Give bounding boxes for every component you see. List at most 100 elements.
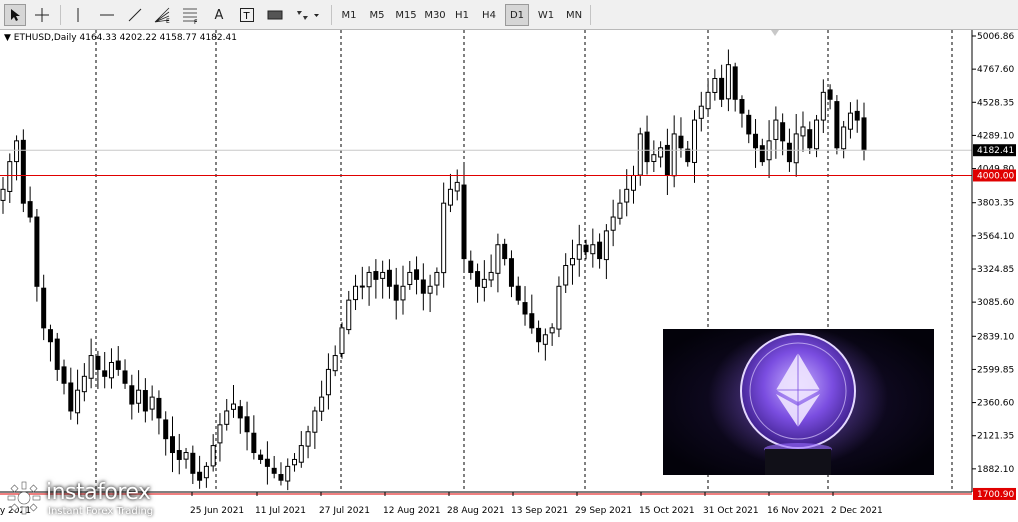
candle-bull [712, 78, 718, 93]
time-tick-label: 11 Jul 2021 [255, 506, 306, 516]
candle-bear [169, 436, 175, 454]
fibonacci-fan-label: E [166, 18, 170, 24]
candle-bear [359, 285, 365, 288]
price-tick-label: 2839.10 [977, 332, 1014, 342]
candle-bull [434, 271, 440, 286]
candle-bear [68, 382, 74, 412]
trendline-icon[interactable] [124, 4, 146, 26]
ethereum-coin-image [663, 327, 934, 475]
text-icon[interactable]: A [208, 4, 230, 26]
timeframe-m1[interactable]: M1 [336, 4, 362, 26]
candle-bull [325, 368, 331, 396]
candle-bear [190, 452, 196, 474]
candle-bull [298, 445, 304, 463]
price-tick-label: 3324.85 [977, 265, 1014, 275]
candle-bear [278, 474, 284, 481]
candle-bear [854, 110, 860, 121]
timeframe-m30[interactable]: M30 [421, 4, 449, 26]
candle-bull [698, 105, 704, 119]
vertical-line-icon[interactable] [67, 4, 89, 26]
horizontal-line-icon[interactable] [96, 4, 118, 26]
candle-bull [136, 389, 142, 404]
price-tick-label: 2121.35 [977, 432, 1014, 442]
candle-bull [617, 202, 623, 219]
candle-bull [339, 327, 345, 354]
price-tick-label: 2360.60 [977, 399, 1014, 409]
candle-bear [759, 145, 765, 163]
text-label-glyph: T [243, 11, 251, 22]
candle-bear [719, 77, 725, 100]
candle-bull [292, 458, 298, 466]
candle-bear [61, 366, 67, 384]
candle-bull [481, 278, 487, 288]
candle-bull [454, 181, 460, 192]
candle-bull [671, 133, 677, 177]
crosshair-icon[interactable] [31, 4, 53, 26]
candle-bear [746, 114, 752, 135]
watermark-brand: instaforex [46, 480, 151, 505]
candle-bear [386, 269, 392, 287]
cursor-icon[interactable] [4, 4, 26, 26]
candle-bear [34, 216, 40, 287]
chart-header: ▼ ETHUSD,Daily 4164.33 4202.22 4158.77 4… [4, 33, 237, 43]
candle-bull [549, 327, 555, 334]
candle-bear [786, 142, 792, 163]
candle-bear [827, 89, 833, 100]
candle-bull [495, 244, 501, 274]
candle-bear [373, 271, 379, 280]
candle-bear [522, 302, 528, 315]
candle-bull [210, 445, 216, 467]
candle-bear [176, 450, 182, 460]
candle-bull [800, 126, 806, 137]
price-tick-label: 3564.10 [977, 232, 1014, 242]
candle-bull [380, 271, 386, 279]
timeframe-m5[interactable]: M5 [364, 4, 390, 26]
candle-bear [529, 313, 535, 329]
fibonacci-fan-icon[interactable]: E [152, 4, 174, 26]
timeframe-h4[interactable]: H4 [477, 4, 501, 26]
candle-bull [603, 230, 609, 261]
text-label-icon[interactable]: T [236, 4, 258, 26]
timeframe-m15[interactable]: M15 [392, 4, 420, 26]
toolbar-separator [60, 5, 61, 25]
time-tick-label: 13 Sep 2021 [511, 506, 568, 516]
shapes-menu-icon[interactable] [292, 4, 324, 26]
candle-bull [820, 91, 826, 121]
candle-bull [447, 188, 453, 206]
candle-bear [739, 99, 745, 114]
toolbar-separator [590, 5, 591, 25]
level-price-label: 4000.00 [977, 171, 1014, 181]
instaforex-logo-icon [7, 481, 41, 515]
fibonacci-retracement-icon[interactable]: F [180, 4, 202, 26]
time-tick-label: 29 Sep 2021 [575, 506, 632, 516]
candle-bull [231, 403, 237, 410]
candle-bull [149, 396, 155, 410]
timeframe-mn[interactable]: MN [561, 4, 587, 26]
price-tick-label: 4528.35 [977, 98, 1014, 108]
time-tick-label: 16 Nov 2021 [767, 506, 825, 516]
candle-bear [753, 133, 759, 149]
timeframe-w1[interactable]: W1 [533, 4, 559, 26]
candle-bear [468, 260, 474, 273]
symbol-dropdown-icon[interactable]: ▼ [4, 33, 11, 43]
timeframe-h1[interactable]: H1 [450, 4, 474, 26]
time-tick-label: 28 Aug 2021 [447, 506, 505, 516]
candle-bear [508, 258, 514, 287]
candle-bull [427, 285, 433, 294]
candle-bear [414, 269, 420, 280]
candle-bull [637, 133, 643, 176]
price-tick-label: 4289.10 [977, 131, 1014, 141]
candle-bull [346, 299, 352, 331]
candle-bull [624, 188, 630, 203]
candle-bull [0, 188, 6, 201]
price-tick-label: 3085.60 [977, 298, 1014, 308]
candle-bear [41, 287, 47, 329]
price-tick-label: 1882.10 [977, 465, 1014, 475]
candle-bull [312, 410, 318, 433]
price-tick-label: 3803.35 [977, 199, 1014, 209]
timeframe-d1[interactable]: D1 [505, 4, 529, 26]
rectangle-icon[interactable] [264, 4, 286, 26]
candle-bear [54, 338, 60, 370]
time-tick-label: 12 Aug 2021 [383, 506, 441, 516]
candle-bull [108, 361, 114, 379]
